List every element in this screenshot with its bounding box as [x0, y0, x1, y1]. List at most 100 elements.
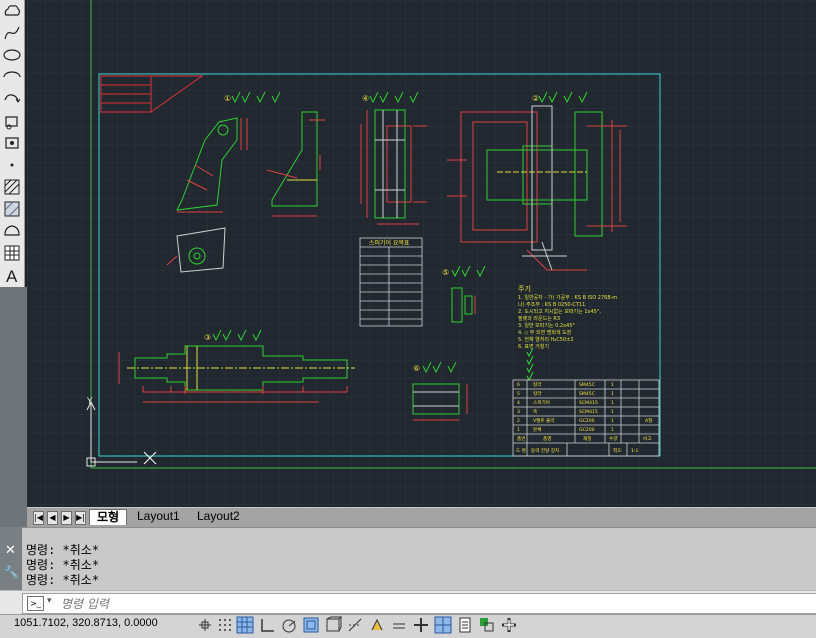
command-input-container: >_ ▾: [22, 593, 816, 614]
bom-header-cell: 수량: [609, 435, 618, 442]
bom-cell: GC200: [579, 418, 595, 424]
bom-cell: V벨트 풀리: [533, 417, 555, 424]
gradient-icon[interactable]: [1, 176, 23, 198]
first-tab-button[interactable]: |◀: [33, 511, 44, 525]
quick-properties-icon[interactable]: [456, 616, 474, 634]
draw-toolbar: A: [0, 0, 25, 304]
note-line: 1. 일반공차 - 가) 가공부 : KS B ISO 2768-m: [518, 294, 617, 301]
title-block-cell: 1:1: [631, 448, 638, 454]
ducs-icon[interactable]: [368, 616, 386, 634]
bom-cell: 칼라: [533, 381, 542, 388]
cursor-coordinates[interactable]: 1051.7102, 320.8713, 0.0000: [14, 617, 158, 629]
ellipse-arc-icon[interactable]: [1, 66, 23, 88]
prev-tab-button[interactable]: ◀: [47, 511, 58, 525]
bom-cell: 1: [611, 409, 614, 415]
bom-cell: 본체: [533, 426, 541, 433]
ellipse-icon[interactable]: [1, 44, 23, 66]
svg-text:④: ④: [362, 94, 369, 103]
selection-cycling-icon[interactable]: [478, 616, 496, 634]
note-line: 4. ◇ 부 외면 명회색 도장: [518, 329, 572, 336]
bom-cell: 5: [517, 391, 520, 397]
bom-cell: 축: [533, 408, 537, 415]
note-line: 나) 주조부 : KS B 0250-CT11: [518, 301, 585, 308]
tab-model[interactable]: 모형: [89, 509, 128, 525]
bom-cell: 6: [517, 382, 520, 388]
grid-icon[interactable]: [236, 616, 254, 634]
tab-layout2[interactable]: Layout2: [190, 509, 247, 524]
bom-cell: 1: [611, 418, 614, 424]
next-tab-button[interactable]: ▶: [61, 511, 72, 525]
command-history-line: 명령: *취소*: [26, 573, 100, 587]
bom-header-cell: 품명: [543, 435, 551, 442]
svg-text:A: A: [6, 267, 18, 286]
command-prompt-icon[interactable]: >_: [27, 596, 44, 611]
last-tab-button[interactable]: ▶|: [75, 511, 86, 525]
bom-cell: 1: [611, 400, 614, 406]
layout-tab-bar: |◀ ◀ ▶ ▶| 모형 Layout1 Layout2: [27, 507, 816, 527]
infer-constraints-icon[interactable]: [196, 616, 214, 634]
hatch-icon[interactable]: [1, 154, 23, 176]
transparency-icon[interactable]: [434, 616, 452, 634]
command-panel: [0, 527, 816, 591]
note-line: 6. 표면 거칠기: [518, 343, 549, 350]
text-a-icon[interactable]: A: [1, 264, 23, 286]
spline-icon[interactable]: [1, 22, 23, 44]
bom-cell: 1: [611, 391, 614, 397]
snap-icon[interactable]: [216, 616, 234, 634]
bom-cell: 칼라: [533, 390, 542, 397]
svg-text:①: ①: [224, 94, 231, 103]
osnap-icon[interactable]: [302, 616, 320, 634]
tab-layout1[interactable]: Layout1: [130, 509, 187, 524]
bom-cell: 1: [611, 427, 614, 433]
bom-cell: 2: [517, 418, 520, 424]
bom-cell: 4: [517, 400, 520, 406]
3d-osnap-icon[interactable]: [324, 616, 342, 634]
svg-text:③: ③: [204, 333, 211, 342]
revcloud-icon[interactable]: [1, 0, 23, 22]
note-line: 2. 도시되고 지시없는 모따기는 1x45°,: [518, 308, 601, 315]
drawing-canvas[interactable]: ① ④ ② ⑤ ③ ⑥ 스퍼기어 요목표 주기 1. 일반공차 - 가) 가공부: K…: [27, 0, 816, 507]
recent-commands-dropdown-icon[interactable]: ▾: [47, 596, 52, 606]
drawing-svg: ① ④ ② ⑤ ③ ⑥ 스퍼기어 요목표 주기 1. 일반공차 - 가) 가공부: K…: [27, 0, 816, 507]
polar-icon[interactable]: [280, 616, 298, 634]
bom-cell: 스퍼기어: [533, 399, 550, 406]
lineweight-icon[interactable]: [412, 616, 430, 634]
left-panel-gap: [0, 287, 27, 527]
bom-cell: SCM415: [579, 409, 598, 415]
dyn-icon[interactable]: [390, 616, 408, 634]
notes-title: 주기: [518, 284, 531, 293]
make-block-icon[interactable]: [1, 110, 23, 132]
insert-block-icon[interactable]: [1, 88, 23, 110]
svg-text:⑥: ⑥: [413, 364, 420, 373]
title-block-cell: 척도: [613, 447, 621, 454]
bom-cell: 3: [517, 409, 520, 415]
spur-gear-table-title: 스퍼기어 요목표: [369, 239, 410, 247]
ucs-y-label: Y: [86, 397, 93, 407]
region-icon[interactable]: [1, 198, 23, 220]
note-line: 3. 일반 모따기는 0.2x45°: [518, 322, 575, 329]
bom-cell: SCM415: [579, 400, 598, 406]
bom-cell: A형: [645, 417, 652, 424]
bom-cell: 1: [611, 382, 614, 388]
bom-header-cell: 재질: [583, 435, 591, 442]
title-block-cell: 동력 전달 장치: [531, 447, 559, 454]
otrack-icon[interactable]: [346, 616, 364, 634]
bom-header-cell: 품번: [517, 435, 525, 442]
point-icon[interactable]: [1, 132, 23, 154]
ortho-icon[interactable]: [258, 616, 276, 634]
svg-text:⑤: ⑤: [442, 268, 449, 277]
note-line: 5. 전체 열처리 H₈C50±2: [518, 336, 574, 343]
mtext-icon[interactable]: [1, 242, 23, 264]
svg-text:②: ②: [532, 94, 539, 103]
command-input[interactable]: [59, 595, 763, 612]
table-icon[interactable]: [1, 220, 23, 242]
title-block-cell: 도 명: [516, 447, 526, 454]
bom-cell: SM45C: [579, 391, 595, 397]
bom-cell: SM45C: [579, 382, 595, 388]
close-icon[interactable]: ✕: [5, 543, 16, 558]
note-line: 필렛과 라운드는 R3: [518, 315, 560, 322]
annotation-monitor-icon[interactable]: [500, 616, 518, 634]
customize-wrench-icon[interactable]: 🔧: [4, 565, 19, 579]
command-history-line: 명령: *취소*: [26, 558, 100, 572]
command-panel-grip[interactable]: ✕ 🔧: [0, 527, 22, 590]
